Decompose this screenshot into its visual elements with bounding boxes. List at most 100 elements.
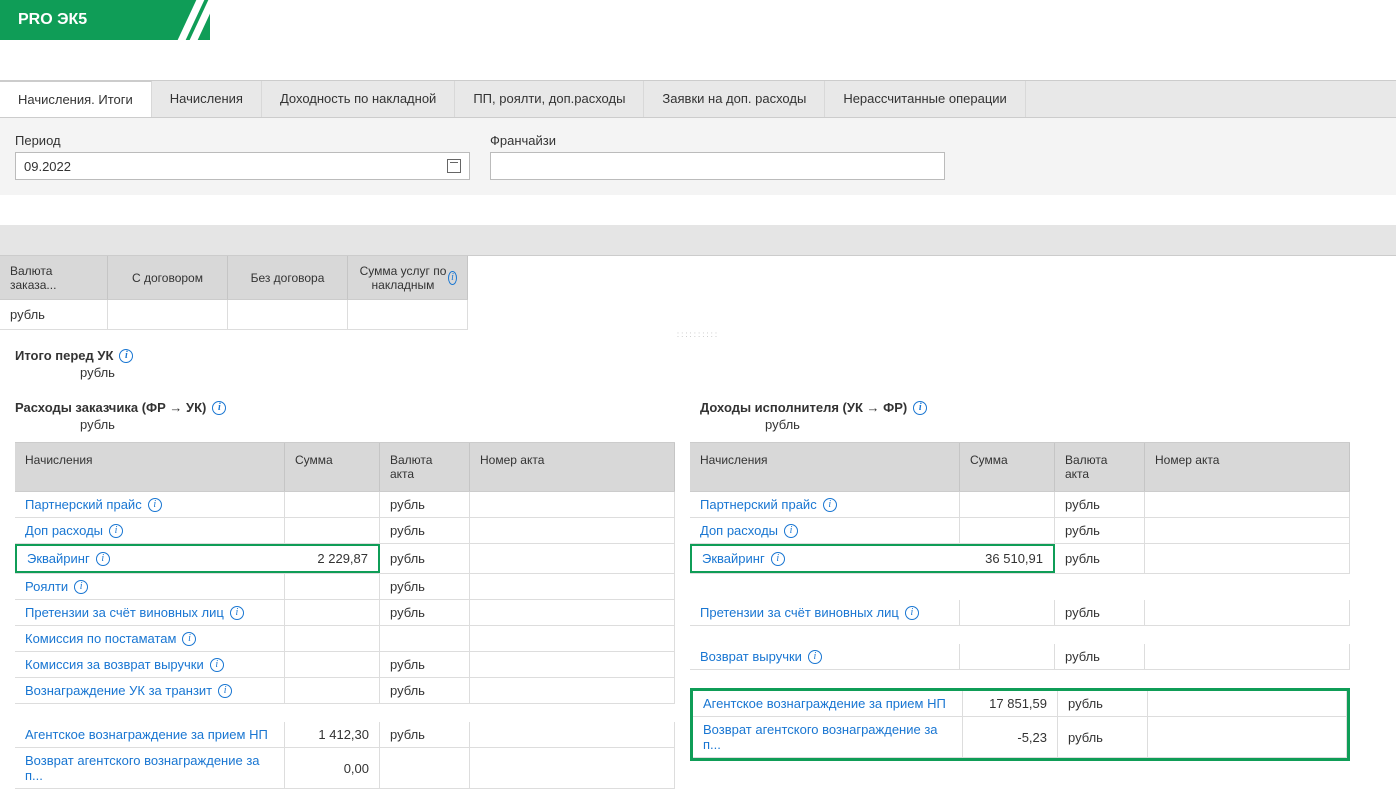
cell-name: Доп расходы i — [15, 518, 285, 543]
td-without-contract — [228, 300, 348, 330]
cell-name: Доп расходы i — [690, 518, 960, 543]
cell-name: Комиссия за возврат выручки i — [15, 652, 285, 677]
calendar-icon[interactable] — [447, 159, 461, 173]
cell-sum — [960, 600, 1055, 625]
cell-currency: рубль — [1058, 717, 1148, 757]
info-icon[interactable]: i — [218, 684, 232, 698]
row-link[interactable]: Претензии за счёт виновных лиц — [25, 605, 224, 620]
header-decoration — [175, 0, 225, 40]
cell-name: Возврат агентского вознаграждение за п..… — [693, 717, 963, 757]
app-title: PRO ЭК5 — [0, 11, 87, 29]
cell-act-number — [1145, 518, 1350, 543]
info-icon[interactable]: i — [96, 552, 110, 566]
income-title: Доходы исполнителя (УК → ФР) i — [685, 390, 1396, 417]
total-currency: рубль — [0, 365, 1396, 390]
cell-currency: рубль — [1055, 600, 1145, 625]
row-link[interactable]: Агентское вознаграждение за прием НП — [25, 727, 268, 742]
cell-act-number — [470, 492, 675, 517]
resize-handle[interactable]: :::::::::: — [0, 330, 1396, 338]
table-row: Эквайринг i 36 510,91 рубль — [690, 544, 1350, 574]
row-link[interactable]: Комиссия по постаматам — [25, 631, 176, 646]
row-link[interactable]: Возврат выручки — [700, 649, 802, 664]
table-row: Роялтиi рубль — [15, 574, 675, 600]
franchise-input[interactable] — [490, 152, 945, 180]
row-link[interactable]: Партнерский прайс — [25, 497, 142, 512]
row-link[interactable]: Доп расходы — [25, 523, 103, 538]
cell-sum: 36 510,91 — [960, 544, 1055, 573]
row-link[interactable]: Доп расходы — [700, 523, 778, 538]
cell-name: Претензии за счёт виновных лиц i — [690, 600, 960, 625]
info-icon[interactable]: i — [913, 401, 927, 415]
info-icon[interactable]: i — [823, 498, 837, 512]
cell-currency: рубль — [380, 722, 470, 747]
cell-currency: рубль — [380, 492, 470, 517]
row-link[interactable]: Комиссия за возврат выручки — [25, 657, 204, 672]
cell-sum — [285, 626, 380, 651]
row-link[interactable]: Претензии за счёт виновных лиц — [700, 605, 899, 620]
cell-currency: рубль — [1055, 544, 1145, 573]
info-icon[interactable]: i — [74, 580, 88, 594]
info-icon[interactable]: i — [784, 524, 798, 538]
th-act-number: Номер акта — [1145, 443, 1350, 491]
table-row: Возврат агентского вознаграждение за п..… — [693, 717, 1347, 758]
cell-sum — [285, 574, 380, 599]
info-icon[interactable]: i — [771, 552, 785, 566]
cell-sum: 1 412,30 — [285, 722, 380, 747]
info-icon[interactable]: i — [182, 632, 196, 646]
info-icon[interactable]: i — [905, 606, 919, 620]
cell-currency: рубль — [380, 574, 470, 599]
info-icon[interactable]: i — [210, 658, 224, 672]
cell-currency: рубль — [380, 678, 470, 703]
info-icon[interactable]: i — [808, 650, 822, 664]
td-currency: рубль — [0, 300, 108, 330]
row-link[interactable]: Партнерский прайс — [700, 497, 817, 512]
th-with-contract: С договором — [108, 256, 228, 300]
cell-act-number — [1145, 600, 1350, 625]
cell-currency — [380, 748, 470, 788]
th-name: Начисления — [15, 443, 285, 491]
td-services-sum — [348, 300, 468, 330]
info-icon[interactable]: i — [212, 401, 226, 415]
period-input[interactable]: 09.2022 — [15, 152, 470, 180]
tab-accruals[interactable]: Начисления — [152, 81, 262, 117]
info-icon[interactable]: i — [448, 271, 457, 285]
table-row: Агентское вознаграждение за прием НП 17 … — [693, 691, 1347, 717]
table-row: Партнерский прайс i рубль — [15, 492, 675, 518]
cell-act-number — [1148, 717, 1347, 757]
cell-name: Партнерский прайс i — [15, 492, 285, 517]
row-link[interactable]: Вознаграждение УК за транзит — [25, 683, 212, 698]
row-link[interactable]: Возврат агентского вознаграждение за п..… — [703, 722, 952, 752]
cell-currency: рубль — [1055, 644, 1145, 669]
th-without-contract: Без договора — [228, 256, 348, 300]
table-row: Эквайрингi 2 229,87 рубль — [15, 544, 675, 574]
cell-name: Претензии за счёт виновных лиц i — [15, 600, 285, 625]
tab-totals[interactable]: Начисления. Итоги — [0, 81, 152, 117]
tab-royalty[interactable]: ПП, роялти, доп.расходы — [455, 81, 644, 117]
row-link[interactable]: Роялти — [25, 579, 68, 594]
info-icon[interactable]: i — [230, 606, 244, 620]
cell-sum — [285, 600, 380, 625]
th-act-number: Номер акта — [470, 443, 675, 491]
info-icon[interactable]: i — [109, 524, 123, 538]
income-table: Начисления Сумма Валюта акта Номер акта … — [690, 442, 1350, 789]
table-row: Возврат агентского вознаграждение за п..… — [15, 748, 675, 789]
row-link[interactable]: Эквайринг — [27, 551, 90, 566]
spacer — [0, 225, 1396, 255]
tab-requests[interactable]: Заявки на доп. расходы — [644, 81, 825, 117]
cell-currency: рубль — [1055, 518, 1145, 543]
info-icon[interactable]: i — [148, 498, 162, 512]
tab-uncalculated[interactable]: Нерассчитанные операции — [825, 81, 1025, 117]
cell-currency: рубль — [380, 600, 470, 625]
tab-profitability[interactable]: Доходность по накладной — [262, 81, 455, 117]
filters-panel: Период 09.2022 Франчайзи — [0, 118, 1396, 195]
cell-currency: рубль — [1058, 691, 1148, 716]
cell-sum — [960, 492, 1055, 517]
row-link[interactable]: Агентское вознаграждение за прием НП — [703, 696, 946, 711]
cell-name: Агентское вознаграждение за прием НП — [15, 722, 285, 747]
cell-sum — [285, 492, 380, 517]
info-icon[interactable]: i — [119, 349, 133, 363]
row-link[interactable]: Эквайринг — [702, 551, 765, 566]
expenses-currency: рубль — [0, 417, 685, 442]
cell-act-number — [470, 652, 675, 677]
cell-name: Агентское вознаграждение за прием НП — [693, 691, 963, 716]
